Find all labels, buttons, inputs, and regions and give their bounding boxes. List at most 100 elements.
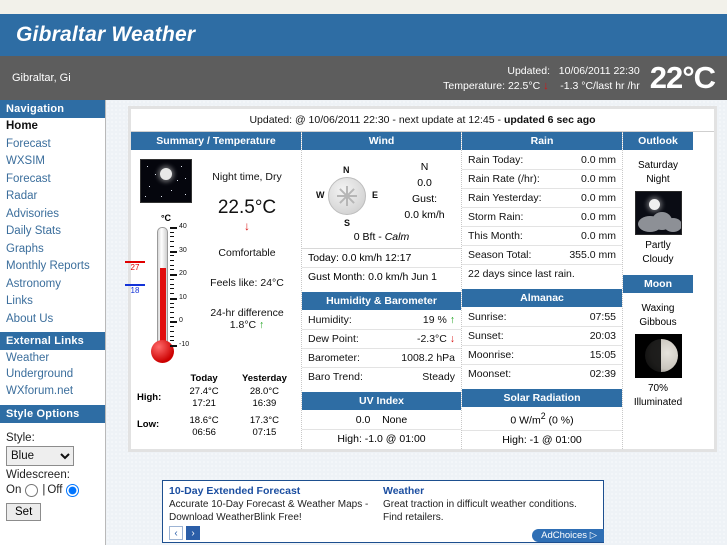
summary-diff-up-icon: ↑ xyxy=(259,319,265,331)
thermometer-tick xyxy=(170,283,174,285)
beaufort-desc: Calm xyxy=(384,231,410,243)
thermometer-tick-label: 30 xyxy=(179,246,187,254)
summary-temperature: 22.5°C xyxy=(217,197,277,218)
table-row: Moonrise: 15:05 xyxy=(462,346,622,365)
ad-left-text: Accurate 10-Day Forecast & Weather Maps … xyxy=(169,499,369,523)
moon-phase-2: Gibbous xyxy=(639,317,677,328)
wind-speed: 0.0 xyxy=(417,177,432,189)
sidebar-nav-heading: Navigation xyxy=(0,100,105,118)
updated-label: Updated: xyxy=(507,65,550,77)
sidebar-item-astronomy[interactable]: Astronomy xyxy=(0,276,105,294)
thermometer-tick xyxy=(170,236,174,238)
baro-trend-row: Baro Trend: Steady xyxy=(302,368,461,386)
moon-illum-2: Illuminated xyxy=(633,397,683,408)
widescreen-on-radio[interactable] xyxy=(25,483,39,497)
main-content: Updated: @ 10/06/2011 22:30 - next updat… xyxy=(106,100,727,545)
sidebar-item-forecast[interactable]: Forecast xyxy=(0,136,105,154)
almanac-value-2: 15:05 xyxy=(589,349,616,361)
widescreen-off-radio[interactable] xyxy=(66,483,80,497)
set-button[interactable]: Set xyxy=(6,502,42,521)
thermometer-tick xyxy=(170,311,174,313)
thermometer-tick-label: 10 xyxy=(179,293,187,301)
sidebar-item-daily-stats[interactable]: Daily Stats xyxy=(0,223,105,241)
wind-readout: N 0.0 Gust: 0.0 km/h xyxy=(390,159,459,227)
thermometer-tick xyxy=(170,307,174,309)
sidebar-item-links[interactable]: Links xyxy=(0,293,105,311)
dewpoint-down-icon: ↓ xyxy=(449,333,455,345)
thermometer-tick xyxy=(170,227,177,229)
high-today-time: 17:21 xyxy=(192,398,216,409)
outlook-day: Saturday xyxy=(637,160,679,171)
dewpoint-value: -2.3°C xyxy=(416,333,447,345)
dewpoint-value-cell: -2.3°C ↓ xyxy=(417,333,455,345)
sidebar-item-advisories[interactable]: Advisories xyxy=(0,206,105,224)
adchoices-badge[interactable]: AdChoices ▷ xyxy=(532,529,604,542)
thermometer-tick xyxy=(170,241,174,243)
outlook-desc-1: Partly xyxy=(645,240,671,251)
uv-description: None xyxy=(382,414,408,426)
table-row: Season Total: 355.0 mm xyxy=(462,246,622,265)
thermometer-tick xyxy=(170,297,177,300)
sidebar-item-weather-underground[interactable]: Weather Underground xyxy=(0,350,105,383)
ad-right-title[interactable]: Weather xyxy=(383,485,591,497)
solar-value-row: 0 W/m2 (0 %) xyxy=(462,408,622,431)
thermometer-tick xyxy=(170,293,174,295)
thermometer-mercury xyxy=(159,268,166,345)
sidebar-item-wxsim[interactable]: WXSIM xyxy=(0,153,105,171)
baro-trend-value: Steady xyxy=(422,371,455,383)
compass-east-label: E xyxy=(371,190,378,200)
site-title: Gibraltar Weather xyxy=(16,23,196,46)
summary-left: °C -10 0 10 20 30 40 27 18 xyxy=(125,157,197,365)
ad-pagination: ‹ › xyxy=(169,524,377,540)
moon-phase-1: Waxing xyxy=(641,303,675,314)
thermometer-graphic: -10 0 10 20 30 40 27 18 xyxy=(125,223,195,365)
sidebar-item-graphs[interactable]: Graphs xyxy=(0,241,105,259)
summary-comfort: Comfortable xyxy=(218,247,276,259)
uv-high-row: High: -1.0 @ 01:00 xyxy=(337,433,426,445)
rain-label-1: Rain Rate (/hr): xyxy=(468,173,540,185)
big-temperature: 22°C xyxy=(649,60,716,95)
outlook-period: Night xyxy=(646,174,670,185)
sidebar-item-home[interactable]: Home xyxy=(0,118,105,136)
thermometer-tick xyxy=(170,269,174,271)
high-today-value: 27.4°C xyxy=(189,386,219,397)
wind-top: N E S W N 0.0 Gust: 0.0 km/h xyxy=(302,151,461,229)
high-low-table: Today Yesterday High: 27.4°C 28.0°C 17:2… xyxy=(131,371,301,439)
sidebar-item-forecast-2[interactable]: Forecast xyxy=(0,171,105,189)
barometer-value: 1008.2 hPa xyxy=(401,352,455,364)
updated-banner-bold: updated 6 sec ago xyxy=(503,114,596,126)
outlook-moon-glyph xyxy=(648,199,660,210)
thermometer-tick xyxy=(170,264,174,266)
humidity-value-cell: 19 % ↑ xyxy=(423,314,455,326)
summary-top: °C -10 0 10 20 30 40 27 18 Night time, D… xyxy=(125,151,301,365)
table-row-low: Low: 18.6°C 17.3°C xyxy=(131,410,301,430)
sidebar-item-about-us[interactable]: About Us xyxy=(0,311,105,329)
humidity-value: 19 % xyxy=(422,314,447,326)
table-row-high: High: 27.4°C 28.0°C xyxy=(131,386,301,403)
thermometer-tick xyxy=(170,330,174,332)
solar-percent: (0 %) xyxy=(545,414,574,427)
style-select[interactable]: Blue xyxy=(6,445,74,466)
style-label: Style: xyxy=(6,431,35,444)
high-yesterday-time: 16:39 xyxy=(252,398,277,409)
moon-shadow xyxy=(640,339,661,372)
sidebar-item-radar[interactable]: Radar xyxy=(0,188,105,206)
ad-next-button[interactable]: › xyxy=(186,526,200,540)
ad-left-title[interactable]: 10-Day Extended Forecast xyxy=(169,485,377,497)
temperature-label: Temperature: xyxy=(443,80,506,92)
summary-right: Night time, Dry 22.5°C ↓ Comfortable Fee… xyxy=(197,157,297,365)
thermometer-tick xyxy=(170,274,177,277)
thermometer-high-value: 27 xyxy=(130,263,140,272)
baro-trend-label: Baro Trend: xyxy=(308,371,363,383)
thermometer-tick xyxy=(170,288,174,290)
wind-column: Wind N E S W N 0.0 Gust: 0.0 km/h 0 Bft … xyxy=(302,132,462,449)
solar-value: 0 W/m xyxy=(510,414,541,427)
sidebar-item-monthly-reports[interactable]: Monthly Reports xyxy=(0,258,105,276)
ad-prev-button[interactable]: ‹ xyxy=(169,526,183,540)
uv-value: 0.0 xyxy=(355,414,371,426)
moon-glyph xyxy=(160,168,172,180)
rain-label-2: Rain Yesterday: xyxy=(468,192,542,204)
top-strip xyxy=(0,0,727,14)
thermometer-low-value: 18 xyxy=(130,286,140,295)
sidebar-item-wxforum[interactable]: WXforum.net xyxy=(0,383,105,401)
